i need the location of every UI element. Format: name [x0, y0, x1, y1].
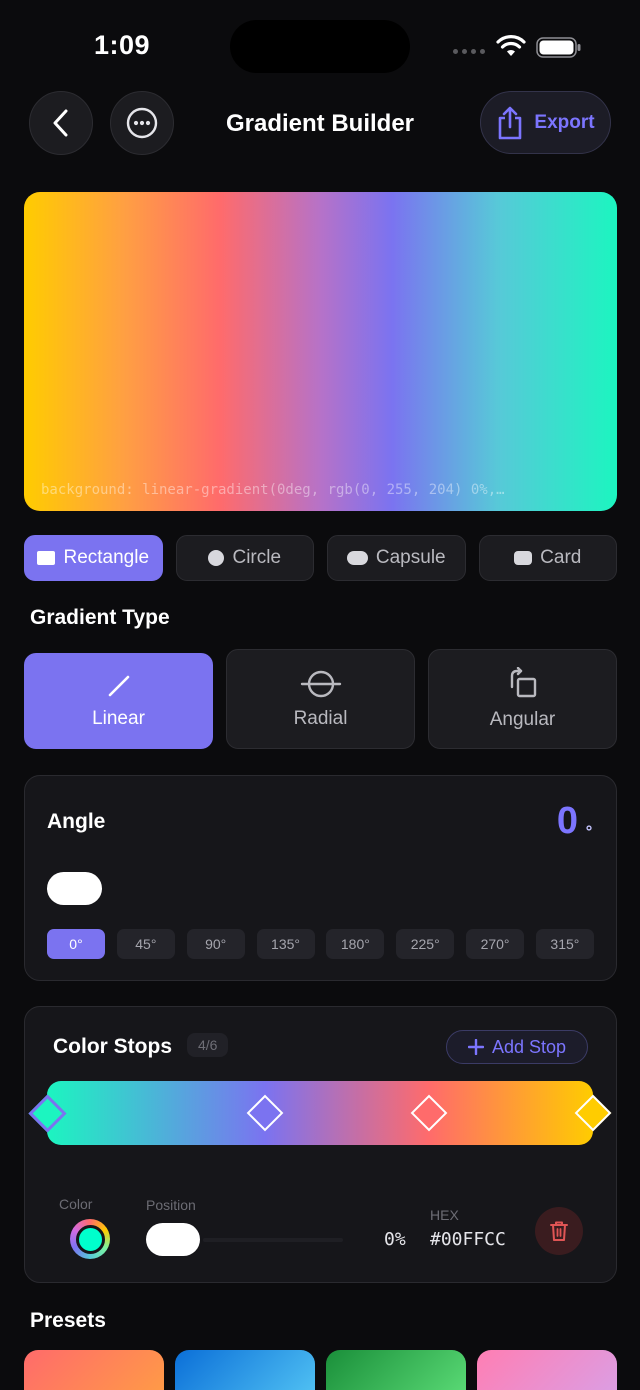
stop-handles	[27, 1081, 612, 1145]
hex-label: HEX	[430, 1207, 459, 1223]
type-angular-button[interactable]: Angular	[428, 649, 617, 749]
presets-heading: Presets	[30, 1309, 106, 1332]
add-stop-label: Add Stop	[491, 1036, 567, 1057]
gradient-preview: background: linear-gradient(0deg, rgb(0,…	[24, 192, 617, 511]
position-slider-track[interactable]	[203, 1238, 343, 1242]
angle-slider-thumb[interactable]	[47, 872, 102, 905]
shape-label: Circle	[232, 547, 282, 568]
shape-card-button[interactable]: Card	[478, 535, 617, 581]
rectangle-icon	[37, 551, 56, 565]
angle-preset-0[interactable]: 0°	[47, 929, 105, 959]
export-button[interactable]: Export	[480, 91, 611, 154]
angle-presets: 0° 45° 90° 135° 180° 225° 270° 315°	[47, 929, 594, 959]
circle-icon	[208, 550, 225, 566]
export-label: Export	[534, 111, 595, 133]
gradient-type-selector: Linear Radial Angular	[24, 649, 617, 749]
status-time: 1:09	[94, 30, 151, 60]
radial-icon	[300, 670, 341, 698]
angle-unit: ∘	[583, 820, 594, 837]
color-stops-card: Color Stops 4/6 Add Stop Color Position …	[24, 1006, 617, 1283]
angle-value: 0	[556, 800, 578, 842]
color-picker-button[interactable]	[70, 1219, 110, 1259]
preset-swatch[interactable]	[24, 1350, 164, 1390]
angular-icon	[510, 667, 536, 698]
angle-preset-45[interactable]: 45°	[116, 929, 175, 959]
shape-circle-button[interactable]: Circle	[175, 535, 314, 581]
position-value: 0%	[384, 1229, 406, 1250]
linear-icon	[108, 675, 129, 697]
preset-swatch[interactable]	[175, 1350, 315, 1390]
stops-count-badge: 4/6	[187, 1033, 229, 1057]
plus-icon	[467, 1039, 484, 1055]
color-label: Color	[59, 1196, 93, 1212]
dynamic-island	[230, 20, 410, 73]
angle-preset-270[interactable]: 270°	[466, 929, 525, 959]
angle-label: Angle	[47, 810, 106, 833]
color-stop-handle[interactable]	[410, 1094, 448, 1132]
color-stop-handle[interactable]	[247, 1094, 284, 1132]
type-linear-button[interactable]: Linear	[24, 653, 213, 749]
angle-preset-135[interactable]: 135°	[256, 929, 315, 959]
type-label: Radial	[293, 708, 348, 729]
gradient-type-heading: Gradient Type	[30, 606, 170, 629]
selected-color-swatch	[75, 1224, 105, 1254]
position-slider-thumb[interactable]	[146, 1223, 200, 1256]
color-stops-title: Color Stops	[53, 1035, 172, 1058]
position-label: Position	[146, 1197, 196, 1213]
add-stop-button[interactable]: Add Stop	[446, 1030, 588, 1064]
shape-selector: Rectangle Circle Capsule Card	[24, 535, 617, 581]
angle-preset-225[interactable]: 225°	[396, 929, 455, 959]
hex-value[interactable]: #00FFCC	[430, 1229, 506, 1250]
type-label: Angular	[489, 709, 556, 730]
angle-card: Angle 0 ∘ 0° 45° 90° 135° 180° 225° 270°…	[24, 775, 617, 981]
type-radial-button[interactable]: Radial	[226, 649, 415, 749]
delete-stop-button[interactable]	[535, 1207, 583, 1255]
css-code-preview: background: linear-gradient(0deg, rgb(0,…	[41, 482, 505, 498]
share-icon	[499, 106, 522, 139]
color-stop-handle[interactable]	[27, 1093, 67, 1133]
battery-icon	[536, 37, 581, 58]
capsule-icon	[346, 551, 368, 565]
shape-label: Capsule	[375, 547, 446, 568]
signal-icon	[453, 49, 485, 54]
wifi-icon	[496, 35, 526, 56]
angle-preset-90[interactable]: 90°	[186, 929, 245, 959]
card-icon	[514, 551, 533, 565]
preset-swatch[interactable]	[326, 1350, 466, 1390]
shape-label: Rectangle	[63, 547, 150, 568]
angle-preset-315[interactable]: 315°	[535, 929, 594, 959]
type-label: Linear	[92, 708, 145, 729]
shape-capsule-button[interactable]: Capsule	[327, 535, 466, 581]
trash-icon	[550, 1221, 568, 1241]
shape-label: Card	[540, 547, 582, 568]
preset-swatch[interactable]	[477, 1350, 617, 1390]
shape-rectangle-button[interactable]: Rectangle	[24, 535, 163, 581]
color-stop-handle[interactable]	[574, 1094, 612, 1132]
angle-preset-180[interactable]: 180°	[326, 929, 385, 959]
